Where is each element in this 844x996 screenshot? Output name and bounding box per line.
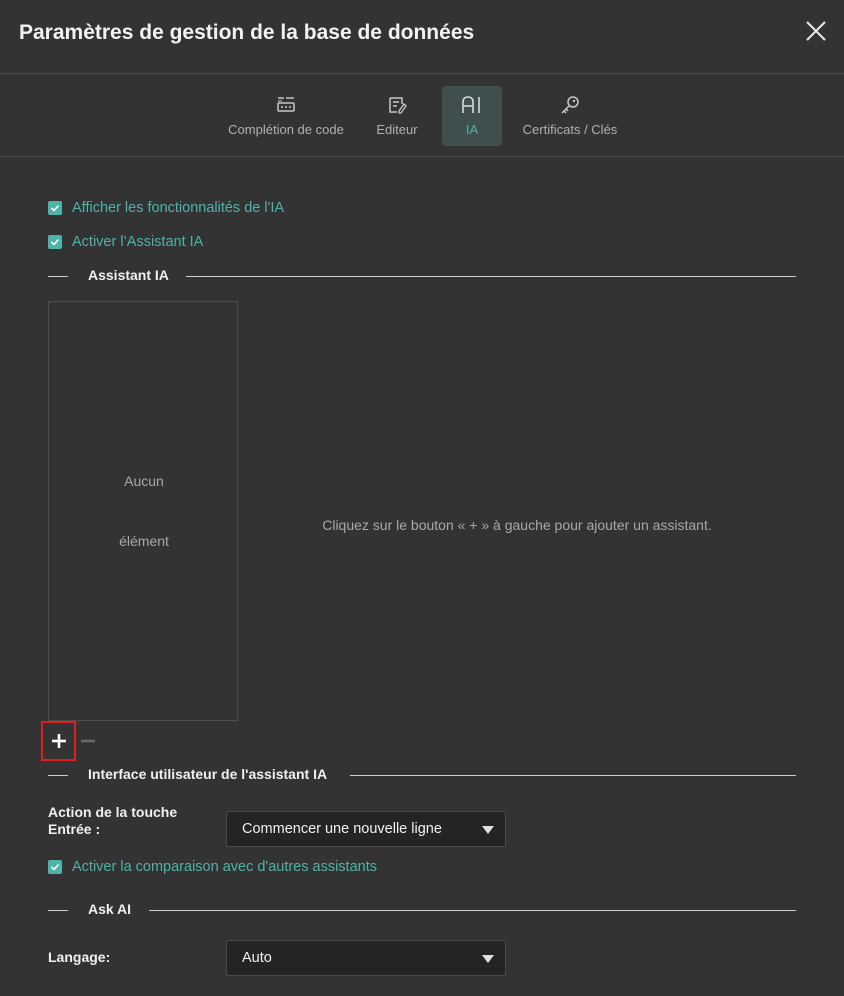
enable-comparison-toggle[interactable]: Activer la comparaison avec d'autres ass… (48, 859, 377, 875)
tab-editor[interactable]: Editeur (368, 86, 426, 146)
tab-label: Certificats / Clés (522, 122, 618, 137)
divider (48, 276, 68, 277)
divider (48, 775, 68, 776)
ask-ai-section-header: Ask AI (48, 900, 796, 920)
tab-label: IA (465, 122, 479, 137)
enter-action-label: Action de la touche Entrée : (48, 804, 178, 837)
checkbox-checked[interactable] (48, 860, 62, 874)
remove-assistant-button[interactable] (80, 731, 96, 751)
tab-label: Editeur (376, 122, 418, 137)
close-icon (806, 21, 826, 41)
section-title: Assistant IA (88, 267, 169, 283)
plus-icon (51, 734, 66, 748)
language-value: Auto (242, 950, 272, 966)
enable-comparison-label: Activer la comparaison avec d'autres ass… (72, 859, 377, 875)
enable-ai-assistant-toggle[interactable]: Activer l’Assistant IA (48, 234, 203, 250)
tab-code-completion[interactable]: Complétion de code (222, 86, 350, 146)
enable-ai-assistant-label: Activer l’Assistant IA (72, 234, 204, 250)
assistant-section-header: Assistant IA (48, 266, 796, 286)
divider (48, 910, 68, 911)
ui-section-header: Interface utilisateur de l'assistant IA (48, 765, 796, 785)
divider (149, 910, 796, 911)
key-icon (561, 96, 579, 114)
divider (350, 775, 796, 776)
dialog-header: Paramètres de gestion de la base de donn… (0, 0, 844, 74)
ai-icon (462, 96, 480, 113)
enter-action-value: Commencer une nouvelle ligne (242, 821, 442, 837)
assistant-list[interactable]: Aucun élément (48, 301, 238, 721)
checkmark-icon (50, 204, 60, 212)
checkbox-checked[interactable] (48, 201, 62, 215)
dropdown-arrow-icon (482, 826, 494, 834)
minus-icon (81, 739, 95, 743)
empty-state-text: Aucun (124, 473, 164, 489)
language-select[interactable]: Auto (226, 940, 506, 976)
tab-ai[interactable]: IA (442, 86, 502, 146)
checkbox-checked[interactable] (48, 235, 62, 249)
section-title: Ask AI (88, 901, 132, 917)
dialog-title: Paramètres de gestion de la base de donn… (19, 21, 475, 44)
language-label: Langage: (48, 949, 111, 965)
section-title: Interface utilisateur de l'assistant IA (88, 766, 328, 782)
enter-action-select[interactable]: Commencer une nouvelle ligne (226, 811, 506, 847)
editor-icon (389, 97, 407, 114)
add-assistant-button[interactable] (41, 721, 76, 761)
close-button[interactable] (802, 17, 830, 45)
tab-label: Complétion de code (228, 122, 344, 137)
checkmark-icon (50, 238, 60, 246)
show-ai-features-toggle[interactable]: Afficher les fonctionnalités de l'IA (48, 200, 284, 216)
empty-state-text: élément (119, 533, 169, 549)
tab-certificates[interactable]: Certificats / Clés (516, 86, 624, 146)
divider (186, 276, 796, 277)
checkmark-icon (50, 863, 60, 871)
dropdown-arrow-icon (482, 955, 494, 963)
show-ai-features-label: Afficher les fonctionnalités de l'IA (72, 200, 285, 216)
assistant-hint: Cliquez sur le bouton « + » à gauche pou… (322, 517, 712, 533)
code-completion-icon (277, 97, 295, 112)
tab-bar: Complétion de code Editeur IA Certificat… (0, 74, 844, 157)
